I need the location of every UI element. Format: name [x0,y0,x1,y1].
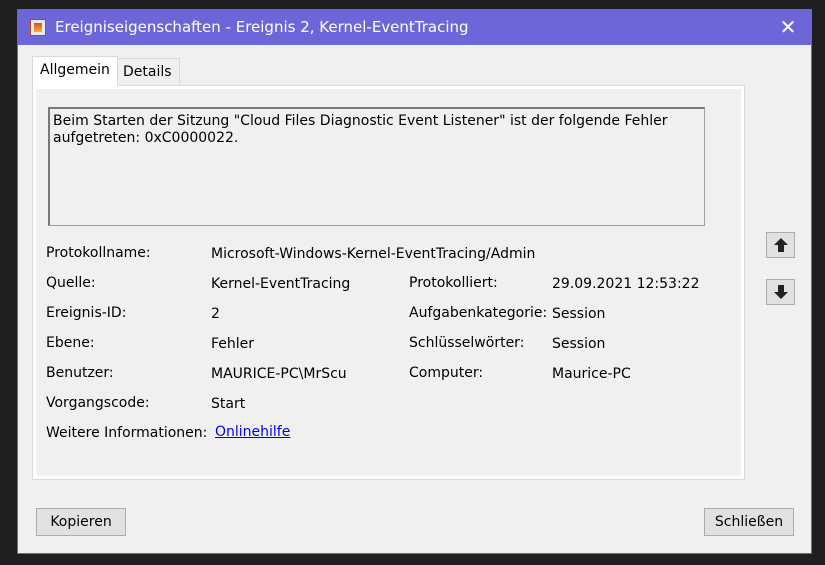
field-value-quelle: Kernel-EventTracing [211,276,351,292]
field-label-weitere-informationen: Weitere Informationen: [46,425,208,441]
copy-button[interactable]: Kopieren [36,508,126,536]
field-label-ereignis-id: Ereignis-ID: [46,305,127,321]
online-help-link[interactable]: Onlinehilfe [215,424,290,440]
field-label-quelle: Quelle: [46,275,96,291]
event-properties-dialog: Ereigniseigenschaften - Ereignis 2, Kern… [17,9,812,554]
field-label-ebene: Ebene: [46,335,95,351]
field-label-protokolliert: Protokolliert: [409,275,498,291]
field-value-vorgangscode: Start [211,396,246,412]
event-viewer-app-icon [30,19,46,36]
field-value-protokollname: Microsoft-Windows-Kernel-EventTracing/Ad… [211,246,536,262]
field-label-benutzer: Benutzer: [46,365,114,381]
field-value-ereignis-id: 2 [211,306,220,322]
field-value-schluesselwoerter: Session [552,336,606,352]
field-value-benutzer: MAURICE-PC\MrScu [211,366,347,382]
title-bar[interactable]: Ereigniseigenschaften - Ereignis 2, Kern… [18,10,811,45]
field-label-vorgangscode: Vorgangscode: [46,395,150,411]
field-label-computer: Computer: [409,365,484,381]
general-tab-content: Beim Starten der Sitzung "Cloud Files Di… [36,89,741,476]
field-label-aufgabenkategorie: Aufgabenkategorie: [409,305,548,321]
field-value-computer: Maurice-PC [552,366,631,382]
field-value-ebene: Fehler [211,336,255,352]
window-title: Ereigniseigenschaften - Ereignis 2, Kern… [55,18,469,36]
field-value-protokolliert: 29.09.2021 12:53:22 [552,276,700,292]
general-tab-panel: Beim Starten der Sitzung "Cloud Files Di… [32,85,745,480]
arrow-down-icon [774,285,788,299]
field-label-protokollname: Protokollname: [46,245,151,261]
previous-event-button[interactable] [766,232,795,258]
tab-details[interactable]: Details [115,58,180,86]
next-event-button[interactable] [766,279,795,305]
field-value-aufgabenkategorie: Session [552,306,606,322]
field-label-schluesselwoerter: Schlüsselwörter: [409,335,525,351]
arrow-up-icon [774,238,788,252]
event-description-textbox[interactable]: Beim Starten der Sitzung "Cloud Files Di… [48,107,705,226]
close-button[interactable]: Schließen [704,508,794,536]
close-window-button[interactable]: ✕ [765,10,811,45]
tab-allgemein[interactable]: Allgemein [32,56,118,86]
